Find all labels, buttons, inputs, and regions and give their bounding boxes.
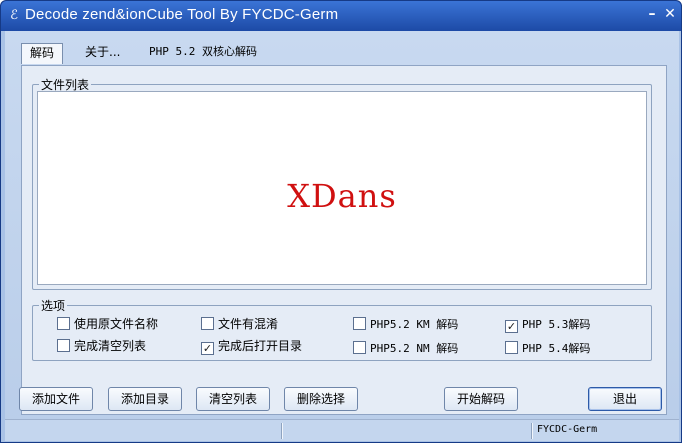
app-window: ℰ Decode zend&ionCube Tool By FYCDC-Germ… (0, 0, 682, 443)
tab-about[interactable]: 关于... (85, 41, 120, 63)
delete-selected-button[interactable]: 删除选择 (284, 387, 358, 411)
minimize-icon[interactable]: – (643, 5, 661, 23)
option-php52-km[interactable]: PHP5.2 KM 解码 (353, 316, 458, 332)
option-label: PHP 5.3解码 (522, 318, 591, 331)
file-list[interactable]: XDans (37, 91, 647, 285)
checkbox[interactable] (353, 341, 366, 354)
status-text: FYCDC-Germ (537, 424, 598, 435)
option-label: 文件有混淆 (218, 317, 279, 331)
checkbox[interactable] (57, 317, 70, 330)
add-dir-button[interactable]: 添加目录 (108, 387, 182, 411)
option-label: PHP5.2 KM 解码 (370, 318, 459, 331)
watermark-text: XDans (287, 177, 397, 215)
title-bar[interactable]: ℰ Decode zend&ionCube Tool By FYCDC-Germ… (1, 1, 681, 31)
option-clear-list-on-finish[interactable]: 完成清空列表 (57, 338, 146, 354)
decode-panel: 文件列表 XDans 选项 使用原文件名称 完成清空列表 文件有混淆 ✓ 完成后打… (21, 65, 667, 415)
app-icon: ℰ (10, 8, 18, 23)
close-icon[interactable]: ✕ (661, 5, 679, 23)
option-obfuscated[interactable]: 文件有混淆 (201, 316, 278, 332)
status-bar: FYCDC-Germ (5, 419, 679, 441)
option-php52-nm[interactable]: PHP5.2 NM 解码 (353, 340, 458, 356)
client-area: 解码 关于... PHP 5.2 双核心解码 文件列表 XDans 选项 使用原… (5, 31, 679, 441)
checkbox-checked[interactable]: ✓ (505, 320, 518, 333)
option-use-original-name[interactable]: 使用原文件名称 (57, 316, 158, 332)
option-label: 完成清空列表 (74, 339, 147, 353)
checkbox-checked[interactable]: ✓ (201, 342, 214, 355)
tab-php52-dual[interactable]: PHP 5.2 双核心解码 (149, 41, 257, 63)
options-group: 选项 使用原文件名称 完成清空列表 文件有混淆 ✓ 完成后打开目录 PHP5.2 … (32, 297, 652, 361)
checkbox[interactable] (353, 317, 366, 330)
option-label: PHP5.2 NM 解码 (370, 342, 459, 355)
exit-button[interactable]: 退出 (588, 387, 662, 411)
option-open-dir-on-finish[interactable]: ✓ 完成后打开目录 (201, 338, 303, 355)
add-file-button[interactable]: 添加文件 (19, 387, 93, 411)
option-label: PHP 5.4解码 (522, 342, 591, 355)
file-list-group: 文件列表 XDans (32, 76, 652, 290)
start-decode-button[interactable]: 开始解码 (444, 387, 518, 411)
tab-decode[interactable]: 解码 (21, 43, 64, 64)
checkbox[interactable] (57, 339, 70, 352)
window-title: Decode zend&ionCube Tool By FYCDC-Germ (25, 6, 339, 23)
status-separator (281, 423, 283, 439)
option-label: 使用原文件名称 (74, 317, 159, 331)
option-php53[interactable]: ✓ PHP 5.3解码 (505, 316, 591, 333)
option-php54[interactable]: PHP 5.4解码 (505, 340, 590, 356)
status-separator (531, 423, 533, 439)
options-legend: 选项 (39, 297, 68, 314)
checkbox[interactable] (201, 317, 214, 330)
clear-list-button[interactable]: 清空列表 (196, 387, 270, 411)
checkbox[interactable] (505, 341, 518, 354)
option-label: 完成后打开目录 (218, 339, 303, 353)
